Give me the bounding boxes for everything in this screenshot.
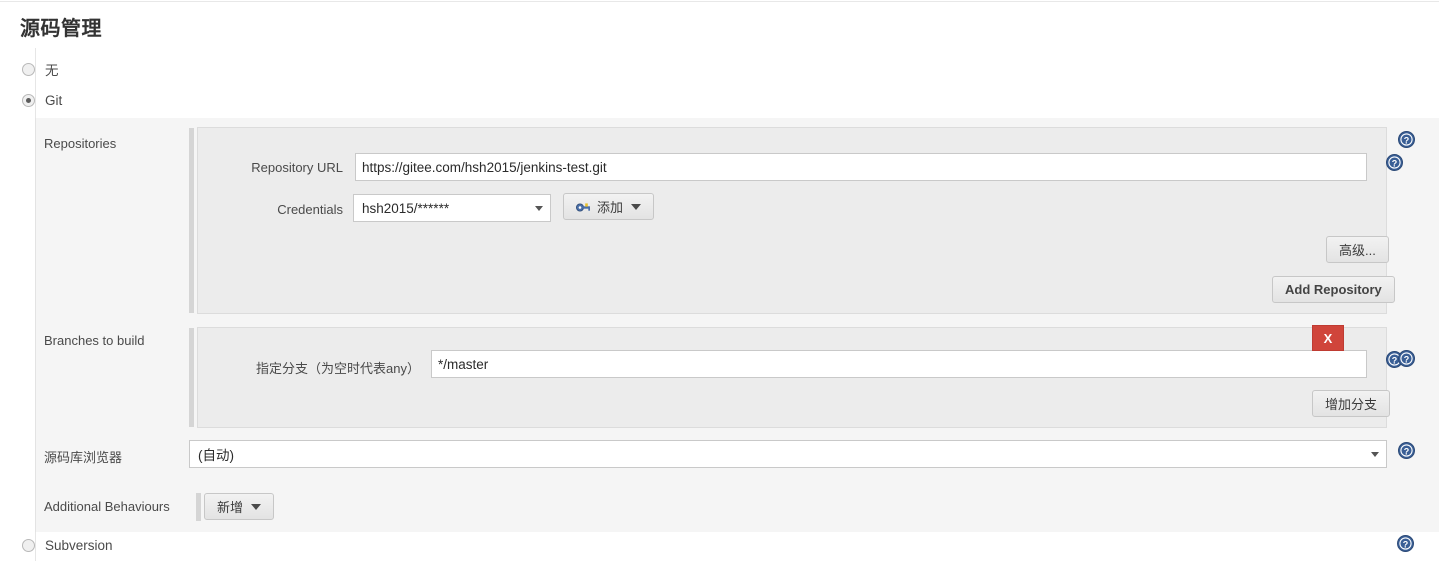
credentials-select-value: hsh2015/****** [362, 200, 450, 216]
repositories-label: Repositories [44, 136, 117, 151]
svg-text:?: ? [1404, 354, 1410, 364]
chevron-down-icon [535, 206, 543, 211]
svg-text:?: ? [1392, 158, 1398, 168]
delete-branch-button[interactable]: X [1312, 325, 1344, 351]
branch-specifier-label: 指定分支（为空时代表any） [256, 361, 420, 376]
chevron-down-icon [631, 203, 642, 210]
repository-browser-label: 源码库浏览器 [44, 450, 123, 465]
scm-option-none-label: 无 [45, 63, 59, 78]
repository-url-label: Repository URL [251, 160, 343, 175]
branch-specifier-input[interactable] [431, 350, 1367, 378]
branches-drag-grip[interactable] [189, 328, 194, 427]
repositories-help-icon[interactable]: ? [1398, 131, 1415, 148]
repositories-drag-grip[interactable] [189, 128, 194, 313]
subversion-help-icon[interactable]: ? [1397, 535, 1414, 552]
repository-browser-value: (自动) [198, 448, 234, 463]
add-behaviour-label: 新增 [217, 500, 244, 515]
scm-option-git[interactable]: Git [22, 90, 62, 110]
top-divider [0, 1, 1439, 2]
svg-text:?: ? [1403, 539, 1409, 549]
repository-url-input[interactable] [355, 153, 1367, 181]
repositories-panel: Repository URL ? Credentials hsh2015/***… [197, 127, 1403, 314]
scm-option-subversion[interactable]: Subversion [22, 535, 113, 555]
branches-help-icon[interactable]: ? [1398, 350, 1415, 367]
additional-behaviours-grip[interactable] [196, 493, 201, 521]
radio-subversion[interactable] [22, 538, 35, 552]
scm-option-none[interactable]: 无 [22, 59, 59, 79]
repository-browser-help-icon[interactable]: ? [1398, 442, 1415, 459]
branches-panel: 指定分支（为空时代表any） ? 增加分支 [197, 327, 1403, 428]
page-title: 源码管理 [20, 18, 102, 40]
credentials-select[interactable]: hsh2015/****** [353, 194, 551, 222]
advanced-button[interactable]: 高级... [1326, 236, 1389, 263]
svg-text:?: ? [1404, 446, 1410, 456]
repository-url-help-icon[interactable]: ? [1386, 154, 1403, 171]
key-icon [576, 200, 591, 213]
svg-text:?: ? [1404, 135, 1410, 145]
credentials-label: Credentials [277, 202, 343, 217]
scm-option-subversion-label: Subversion [45, 537, 113, 553]
radio-none[interactable] [22, 62, 35, 76]
scm-config-page: 源码管理 无 Git Repositories Repository URL ? [0, 0, 1439, 561]
add-branch-button[interactable]: 增加分支 [1312, 390, 1391, 417]
chevron-down-icon [1371, 452, 1379, 457]
additional-behaviours-label: Additional Behaviours [44, 499, 170, 514]
add-repository-button[interactable]: Add Repository [1272, 276, 1395, 303]
radio-git[interactable] [22, 93, 35, 107]
scm-option-git-label: Git [45, 92, 63, 108]
git-section: Repositories Repository URL ? Credential… [35, 118, 1439, 532]
add-behaviour-button[interactable]: 新增 [204, 493, 275, 520]
add-credentials-button[interactable]: 添加 [563, 193, 655, 220]
chevron-down-icon [251, 503, 262, 510]
repository-browser-select[interactable]: (自动) [189, 440, 1387, 468]
svg-text:?: ? [1392, 355, 1398, 365]
add-credentials-label: 添加 [597, 200, 624, 215]
branches-to-build-label: Branches to build [44, 333, 145, 348]
